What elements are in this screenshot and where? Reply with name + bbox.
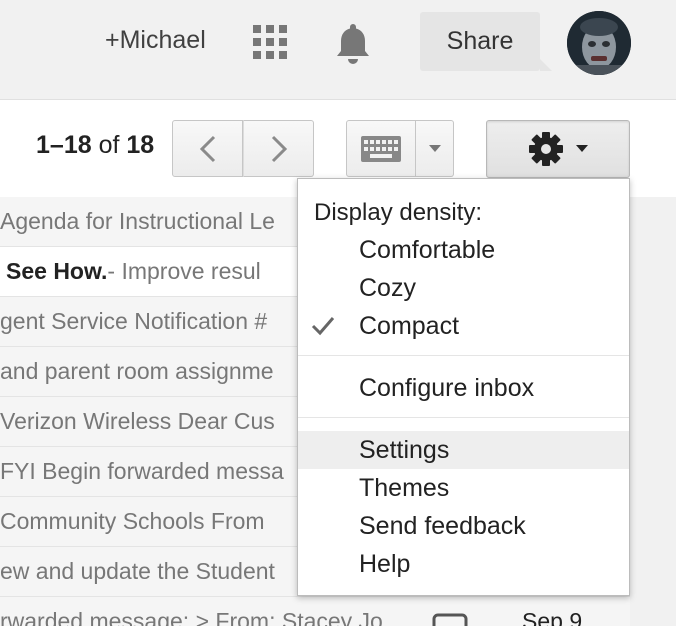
- chevron-left-icon: [199, 135, 215, 162]
- menu-divider: [298, 417, 629, 418]
- checkmark-icon: [311, 317, 335, 336]
- input-tools-button[interactable]: [346, 120, 416, 177]
- menu-item-compact[interactable]: Compact: [298, 307, 629, 345]
- menu-divider: [298, 355, 629, 356]
- keyboard-icon: [361, 135, 401, 162]
- newer-button[interactable]: [172, 120, 243, 177]
- menu-item-send-feedback[interactable]: Send feedback: [298, 507, 629, 545]
- pagination-count: 1–18 of 18: [36, 131, 155, 159]
- email-row[interactable]: rwarded message: > From: Stacey Jo Sep 9: [0, 597, 630, 626]
- share-button[interactable]: Share: [420, 12, 552, 71]
- chevron-right-icon: [271, 135, 287, 162]
- caret-down-icon: [576, 145, 588, 152]
- list-scroll-band: [630, 197, 676, 626]
- menu-item-themes[interactable]: Themes: [298, 469, 629, 507]
- email-date: Sep 9: [522, 608, 583, 626]
- user-name-link[interactable]: +Michael: [105, 26, 206, 55]
- notifications-bell-icon[interactable]: [334, 22, 372, 66]
- email-subject: See How.: [6, 258, 108, 284]
- display-density-heading: Display density:: [314, 199, 483, 226]
- menu-item-settings[interactable]: Settings: [298, 431, 629, 469]
- settings-menu: Display density: Comfortable Cozy Compac…: [297, 178, 630, 596]
- top-bar: +Michael Share: [0, 0, 676, 100]
- caret-down-icon: [428, 144, 441, 152]
- gear-icon: [529, 132, 563, 166]
- input-tools-dropdown[interactable]: [416, 120, 454, 177]
- menu-item-configure-inbox[interactable]: Configure inbox: [298, 369, 629, 407]
- settings-gear-button[interactable]: [486, 120, 630, 178]
- menu-item-cozy[interactable]: Cozy: [298, 269, 629, 307]
- attachment-icon: [432, 613, 468, 626]
- avatar[interactable]: [567, 11, 631, 75]
- menu-item-comfortable[interactable]: Comfortable: [298, 231, 629, 269]
- older-button[interactable]: [243, 120, 314, 177]
- apps-grid-icon[interactable]: [253, 25, 287, 59]
- menu-item-help[interactable]: Help: [298, 545, 629, 583]
